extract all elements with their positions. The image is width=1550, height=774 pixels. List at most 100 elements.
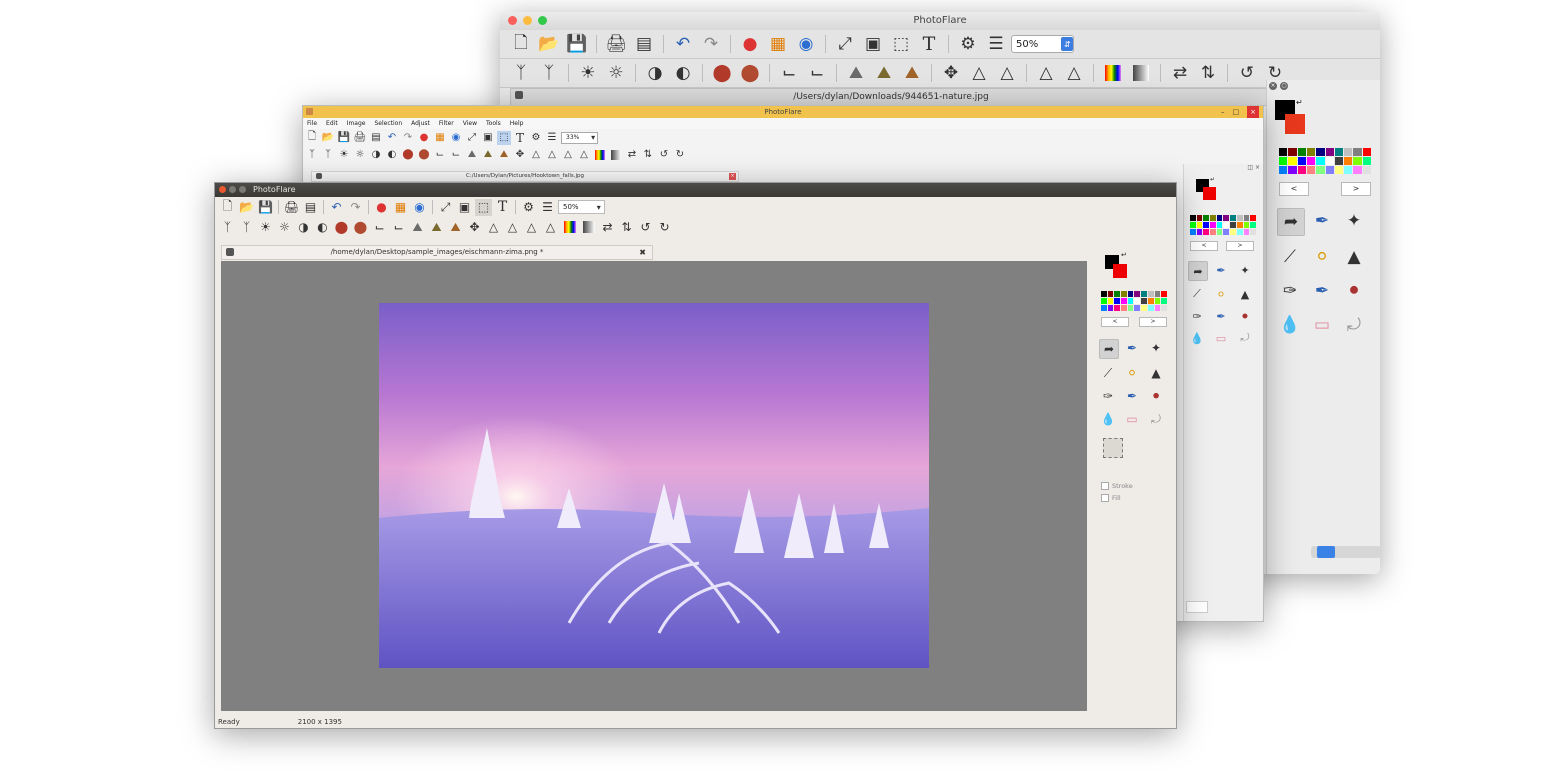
palette-swatch[interactable]: [1141, 298, 1147, 304]
triangle-icon[interactable]: △: [966, 61, 992, 85]
scanner-icon[interactable]: ▤: [631, 32, 657, 56]
line-icon[interactable]: ⟋: [1277, 244, 1303, 270]
minimize-button[interactable]: –: [1221, 106, 1225, 118]
shear-left-icon[interactable]: ⌙: [371, 219, 388, 236]
line-icon[interactable]: ⟋: [1188, 285, 1206, 303]
hue-icon[interactable]: ◉: [793, 32, 819, 56]
palette-swatch[interactable]: [1243, 215, 1250, 221]
close-dot[interactable]: [508, 16, 517, 25]
palette-swatch[interactable]: [1114, 298, 1121, 304]
eyedropper-icon[interactable]: ✒: [1123, 339, 1141, 357]
palette-swatch[interactable]: [1147, 298, 1154, 304]
palette-swatch[interactable]: [1236, 229, 1243, 235]
landscape-icon[interactable]: ⛰: [465, 148, 479, 162]
undo-icon[interactable]: ↶: [328, 199, 345, 216]
palette-swatch[interactable]: [1344, 157, 1353, 165]
rotate-cw-icon[interactable]: ↻: [673, 148, 687, 162]
landscape-icon[interactable]: ⛰: [843, 61, 869, 85]
settings-icon[interactable]: ⚙: [955, 32, 981, 56]
palette-swatch[interactable]: [1127, 305, 1134, 311]
palette-swatch[interactable]: [1134, 298, 1141, 304]
stroke-checkbox[interactable]: Stroke: [1101, 482, 1176, 490]
palette-swatch[interactable]: [1344, 166, 1353, 174]
undo-icon[interactable]: ↶: [385, 131, 399, 145]
color-palette[interactable]: [1101, 291, 1167, 311]
background-color[interactable]: [1203, 187, 1216, 200]
triangle2-icon[interactable]: △: [545, 148, 559, 162]
zoom-select[interactable]: 50% ▾: [558, 200, 605, 214]
palette-swatch[interactable]: [1141, 305, 1147, 311]
brush-icon[interactable]: ✑: [1277, 278, 1303, 304]
print-icon[interactable]: 🖨: [353, 131, 367, 145]
palette-swatch[interactable]: [1279, 157, 1288, 165]
fill-checkbox-box[interactable]: [1101, 494, 1109, 502]
mac-document-tab[interactable]: /Users/dylan/Downloads/944651-nature.jpg: [510, 88, 1272, 106]
palette-swatch[interactable]: [1316, 166, 1325, 174]
palette-swatch[interactable]: [1325, 157, 1334, 165]
menu-help[interactable]: Help: [510, 118, 524, 129]
palette-next-button[interactable]: >: [1341, 182, 1371, 196]
move-icon[interactable]: ✥: [938, 61, 964, 85]
clone-icon[interactable]: ✒: [1309, 278, 1335, 304]
panel-float-icon[interactable]: ○: [1280, 82, 1288, 90]
open-folder-icon[interactable]: 📂: [321, 131, 335, 145]
palette-swatch[interactable]: [1279, 166, 1288, 174]
new-file-icon[interactable]: 🗋: [508, 32, 534, 56]
auto-level-icon[interactable]: ᛉ: [508, 61, 534, 85]
triangle4-icon[interactable]: △: [1061, 61, 1087, 85]
brightness-up-icon[interactable]: ☀: [257, 219, 274, 236]
ubuntu-document-tab[interactable]: /home/dylan/Desktop/sample_images/eischm…: [221, 245, 653, 260]
palette-swatch[interactable]: [1196, 215, 1203, 221]
color-selector[interactable]: ↵: [1105, 251, 1176, 283]
layers-icon[interactable]: ☰: [983, 32, 1009, 56]
palette-swatch[interactable]: [1353, 166, 1362, 174]
palette-swatch[interactable]: [1223, 215, 1230, 221]
palette-swatch[interactable]: [1107, 291, 1114, 297]
palette-swatch[interactable]: [1250, 215, 1256, 221]
selection-crop-icon[interactable]: ⬚: [888, 32, 914, 56]
line-tool-icon[interactable]: ⤢: [437, 199, 454, 216]
palette-swatch[interactable]: [1362, 148, 1371, 156]
color-balance-icon[interactable]: ●: [373, 199, 390, 216]
palette-swatch[interactable]: [1223, 229, 1230, 235]
zoom-select[interactable]: 33% ▾: [561, 131, 599, 144]
palette-swatch[interactable]: [1107, 298, 1114, 304]
triangle3-icon[interactable]: △: [523, 219, 540, 236]
drop-icon[interactable]: 💧: [1188, 329, 1206, 347]
palette-swatch[interactable]: [1230, 215, 1236, 221]
win-document-tab[interactable]: C:/Users/Dylan/Pictures/Hooktown_falls.j…: [311, 171, 739, 182]
menu-filter[interactable]: Filter: [439, 118, 454, 129]
print-icon[interactable]: 🖨: [283, 199, 300, 216]
invert-icon[interactable]: ◑: [295, 219, 312, 236]
crop-icon[interactable]: ▣: [481, 131, 495, 145]
crop-icon[interactable]: ▣: [456, 199, 473, 216]
layers-icon[interactable]: ☰: [545, 131, 559, 145]
sepia-icon[interactable]: ⬤: [417, 148, 431, 162]
palette-swatch[interactable]: [1147, 291, 1154, 297]
grayscale-icon[interactable]: ◐: [314, 219, 331, 236]
spray-icon[interactable]: ▲: [1147, 364, 1165, 382]
triangle2-icon[interactable]: △: [504, 219, 521, 236]
image-canvas[interactable]: [221, 261, 1087, 711]
landscape-icon[interactable]: ⛰: [409, 219, 426, 236]
triangle2-icon[interactable]: △: [994, 61, 1020, 85]
new-file-icon[interactable]: 🗋: [305, 131, 319, 145]
flip2-icon[interactable]: ⇅: [618, 219, 635, 236]
palette-swatch[interactable]: [1297, 157, 1306, 165]
rect-select-icon[interactable]: [1103, 438, 1123, 458]
tab-close-icon[interactable]: ✖: [639, 246, 646, 259]
eraser-icon[interactable]: ▭: [1123, 410, 1141, 428]
invert-icon[interactable]: ◑: [369, 148, 383, 162]
landscape2-icon[interactable]: ⛰: [481, 148, 495, 162]
selection-crop-icon[interactable]: ⬚: [475, 198, 492, 216]
palette-swatch[interactable]: [1250, 229, 1256, 235]
palette-swatch[interactable]: [1203, 222, 1210, 228]
shear-right-icon[interactable]: ⌙: [804, 61, 830, 85]
palette-swatch[interactable]: [1154, 291, 1161, 297]
eraser-icon[interactable]: ▭: [1309, 312, 1335, 338]
settings-icon[interactable]: ⚙: [520, 199, 537, 216]
color-palette[interactable]: [1190, 215, 1256, 235]
print-icon[interactable]: 🖨: [603, 32, 629, 56]
shear-right-icon[interactable]: ⌙: [449, 148, 463, 162]
grayscale-icon[interactable]: ◐: [670, 61, 696, 85]
